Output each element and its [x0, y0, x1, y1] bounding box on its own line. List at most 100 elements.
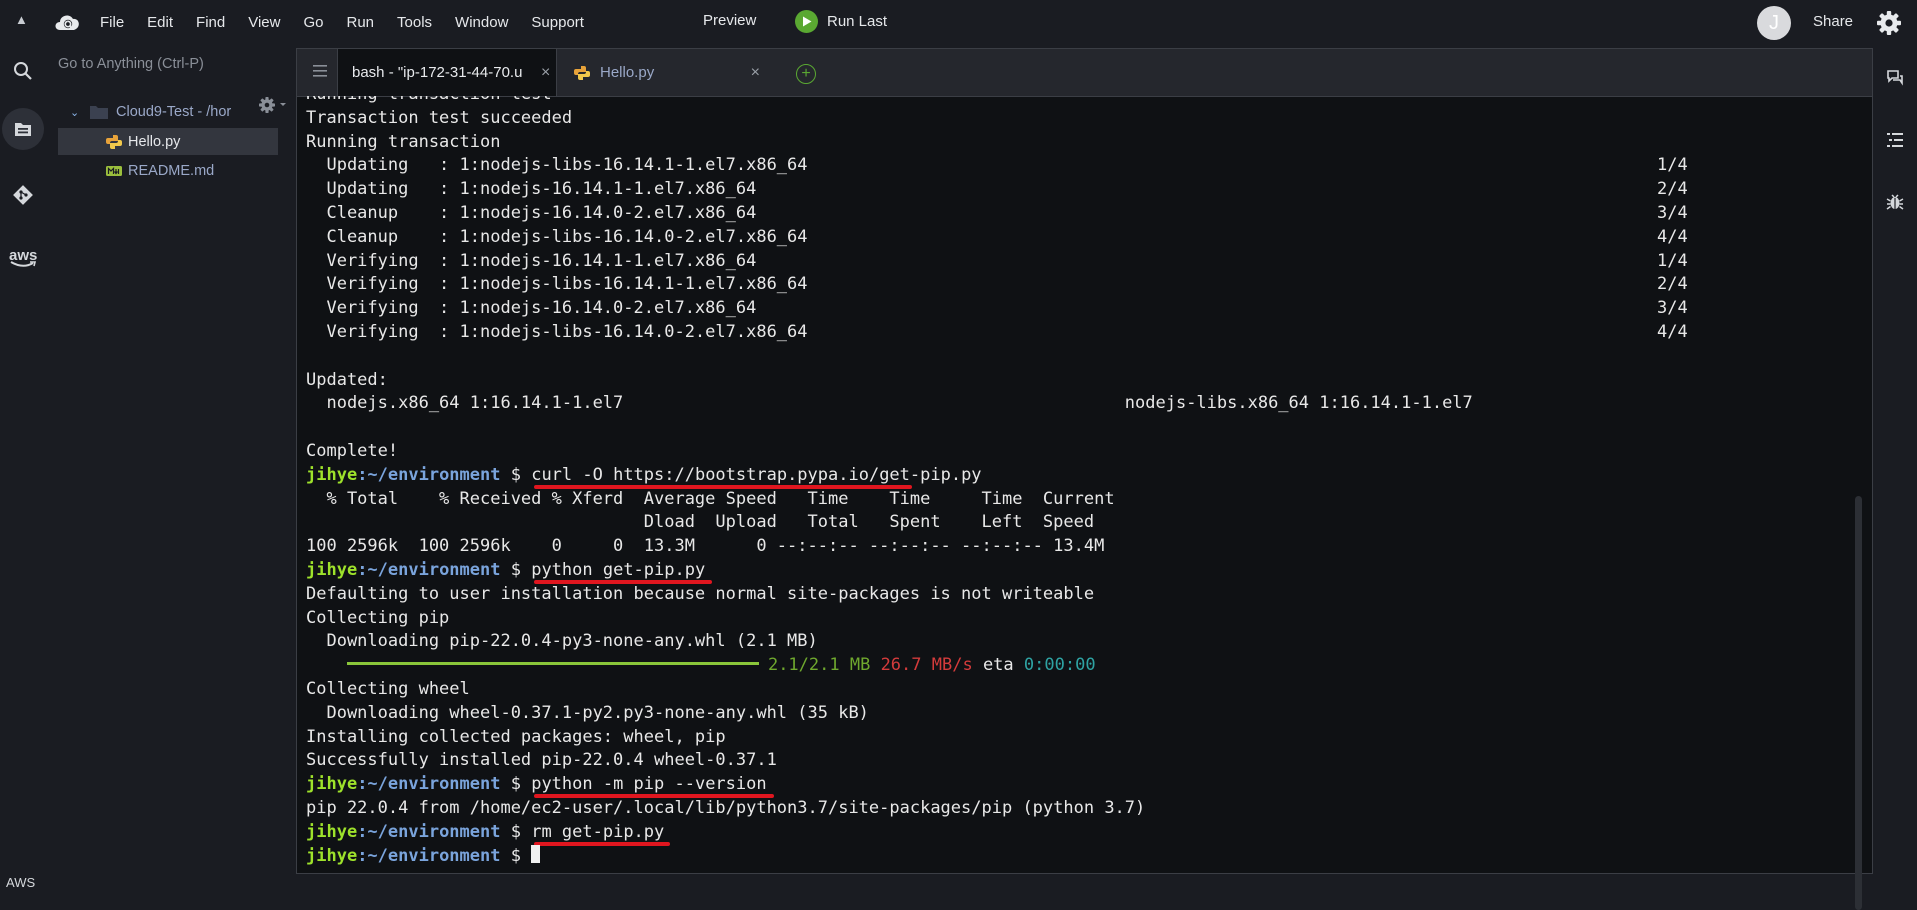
tab-label: bash - "ip-172-31-44-70.u [352, 64, 523, 81]
tab-hello-py[interactable]: Hello.py × [556, 49, 776, 96]
progress-eta-label: eta [982, 655, 1014, 676]
progress-speed: 26.7 MB/s [880, 655, 973, 676]
terminal-line: Running transaction [306, 131, 501, 152]
menu-support[interactable]: Support [531, 14, 584, 31]
terminal-line: nodejs.x86_64 1:16.14.1-1.el7 nodejs-lib… [306, 393, 1473, 414]
command-text: rm get-pip.py [531, 821, 665, 842]
close-tab-icon[interactable]: × [541, 64, 550, 82]
tree-file-readme-md[interactable]: README.md [58, 157, 214, 184]
command-text: curl -O https://bootstrap.pypa.io/get-pi… [531, 464, 982, 485]
source-control-icon[interactable] [8, 180, 38, 210]
user-avatar[interactable]: J [1757, 6, 1791, 40]
tree-file-label: Hello.py [128, 133, 181, 150]
prompt-symbol: $ [500, 821, 532, 842]
tab-bash-terminal[interactable]: bash - "ip-172-31-44-70.u × [337, 49, 557, 96]
progress-eta: 0:00:00 [1023, 655, 1096, 676]
search-icon[interactable] [8, 56, 38, 86]
terminal-command-line: jihye:~/environment $ python get-pip.py [306, 559, 1851, 584]
main-menu: File Edit Find View Go Run Tools Window … [100, 0, 607, 44]
command-text: python -m pip --version [531, 774, 767, 795]
menu-edit[interactable]: Edit [147, 14, 173, 31]
settings-gear-icon[interactable] [1876, 10, 1902, 36]
prompt-user: jihye [306, 464, 358, 485]
prompt-user: jihye [306, 821, 358, 842]
cloud9-logo-icon[interactable] [52, 9, 82, 35]
terminal-output[interactable]: Running transaction test Transaction tes… [306, 96, 1851, 871]
terminal-line: Complete! [306, 440, 399, 461]
terminal-line: Verifying : 1:nodejs-16.14.1-1.el7.x86_6… [306, 250, 1688, 271]
prompt-path: :~/environment [357, 464, 501, 485]
terminal-line: % Total % Received % Xferd Average Speed… [306, 488, 1115, 509]
prompt-user: jihye [306, 559, 358, 580]
prompt-path: :~/environment [357, 774, 501, 795]
collaborate-chat-icon[interactable] [1885, 68, 1905, 88]
tree-root-label: Cloud9-Test - /hor [116, 104, 232, 120]
run-last-label: Run Last [827, 13, 888, 30]
terminal-line: Dload Upload Total Spent Left Speed [306, 512, 1095, 533]
share-button[interactable]: Share [1813, 13, 1853, 30]
tree-settings-gear-icon[interactable] [258, 95, 288, 115]
tree-file-hello-py[interactable]: Hello.py [58, 128, 278, 155]
terminal-line: Running transaction test [306, 96, 1851, 107]
terminal-prompt-line[interactable]: jihye:~/environment $ [306, 844, 1851, 869]
menu-run[interactable]: Run [346, 14, 374, 31]
markdown-file-icon [106, 165, 122, 176]
go-to-anything-input[interactable]: Go to Anything (Ctrl-P) [58, 56, 278, 76]
pip-progress-line: 2.1/2.1 MB 26.7 MB/s eta 0:00:00 [306, 654, 1851, 678]
terminal-line: Defaulting to user installation because … [306, 583, 1095, 604]
preview-button[interactable]: Preview [703, 12, 756, 29]
progress-size: 2.1/2.1 MB [767, 655, 871, 676]
tree-root-folder[interactable]: ⌄ Cloud9-Test - /hor [70, 104, 231, 120]
terminal-line: 100 2596k 100 2596k 0 0 13.3M 0 --:--:--… [306, 536, 1105, 557]
terminal-line: Verifying : 1:nodejs-libs-16.14.0-2.el7.… [306, 321, 1688, 342]
prompt-path: :~/environment [357, 845, 501, 866]
terminal-line: Collecting pip [306, 607, 450, 628]
menu-file[interactable]: File [100, 14, 124, 31]
terminal-line: Verifying : 1:nodejs-libs-16.14.1-1.el7.… [306, 274, 1688, 295]
menu-go[interactable]: Go [303, 14, 323, 31]
editor-pane: bash - "ip-172-31-44-70.u × Hello.py × +… [296, 48, 1873, 910]
aws-toolkit-icon[interactable]: aws [9, 247, 37, 268]
download-progress-bar [346, 661, 759, 665]
terminal-command-line: jihye:~/environment $ curl -O https://bo… [306, 464, 1851, 489]
menu-view[interactable]: View [248, 14, 280, 31]
terminal-command-line: jihye:~/environment $ rm get-pip.py [306, 821, 1851, 846]
tab-menu-icon[interactable] [313, 65, 327, 77]
tab-label: Hello.py [600, 64, 655, 81]
prompt-symbol: $ [500, 559, 532, 580]
terminal-scrollbar[interactable] [1855, 496, 1862, 910]
terminal-line: pip 22.0.4 from /home/ec2-user/.local/li… [306, 797, 1146, 818]
left-icon-rail: aws [0, 44, 46, 895]
debugger-bug-icon[interactable] [1885, 192, 1905, 212]
prompt-symbol: $ [500, 845, 532, 866]
environment-files-icon[interactable] [2, 108, 44, 150]
terminal-line: Collecting wheel [306, 678, 470, 699]
collapse-menu-icon[interactable]: ▲ [15, 12, 31, 28]
prompt-user: jihye [306, 845, 358, 866]
close-tab-icon[interactable]: × [751, 64, 760, 82]
prompt-symbol: $ [500, 464, 532, 485]
menu-bar: ▲ File Edit Find View Go Run Tools Windo… [0, 0, 1917, 44]
outline-list-icon[interactable] [1885, 130, 1905, 150]
chevron-down-icon[interactable]: ⌄ [70, 106, 82, 119]
terminal-command-line: jihye:~/environment $ python -m pip --ve… [306, 773, 1851, 799]
terminal-line: Downloading pip-22.0.4-py3-none-any.whl … [306, 631, 818, 652]
terminal-line: Successfully installed pip-22.0.4 wheel-… [306, 750, 777, 771]
terminal-line: Downloading wheel-0.37.1-py2.py3-none-an… [306, 702, 869, 723]
add-tab-icon[interactable]: + [796, 64, 816, 84]
terminal-line: Updating : 1:nodejs-16.14.1-1.el7.x86_64… [306, 179, 1688, 200]
run-last-button[interactable]: Run Last [795, 10, 887, 33]
menu-window[interactable]: Window [455, 14, 508, 31]
folder-icon [90, 106, 108, 119]
right-icon-rail [1872, 44, 1917, 895]
tab-bar: bash - "ip-172-31-44-70.u × Hello.py × + [297, 49, 1872, 97]
terminal-line: Cleanup : 1:nodejs-16.14.0-2.el7.x86_64 … [306, 202, 1688, 223]
prompt-symbol: $ [500, 774, 532, 795]
menu-find[interactable]: Find [196, 14, 225, 31]
python-file-icon [574, 65, 590, 80]
prompt-path: :~/environment [357, 559, 501, 580]
menu-tools[interactable]: Tools [397, 14, 432, 31]
terminal-line: Cleanup : 1:nodejs-libs-16.14.0-2.el7.x8… [306, 226, 1688, 247]
